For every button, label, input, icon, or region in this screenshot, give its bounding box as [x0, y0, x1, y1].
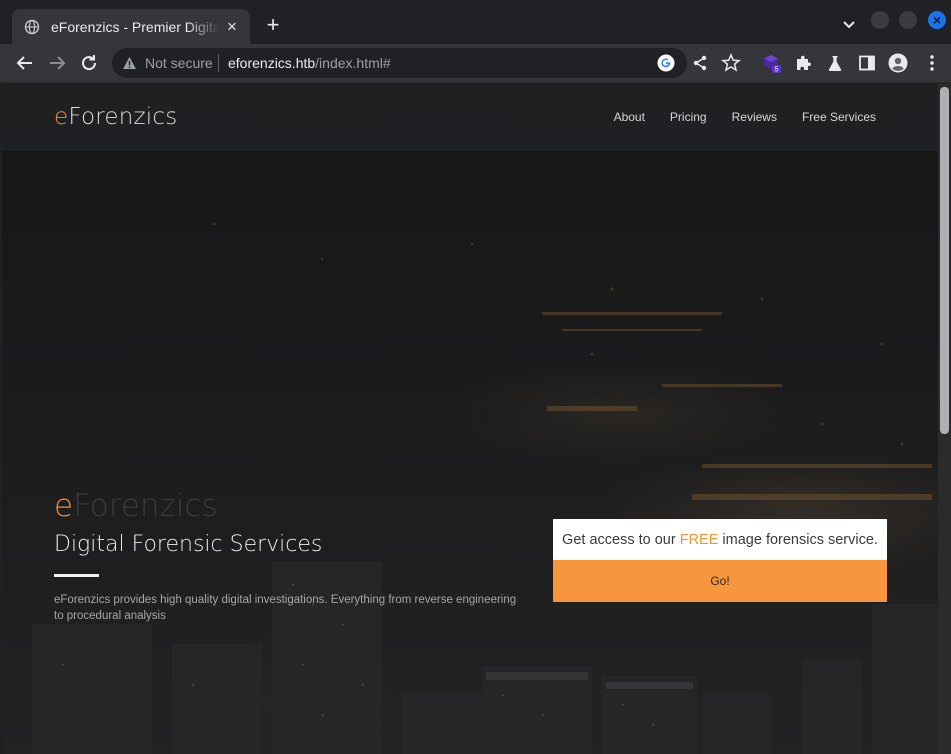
hero-brand: eForenzics	[54, 488, 218, 524]
hero-brand-prefix: e	[54, 488, 74, 524]
web-page: eForenzics About Pricing Reviews Free Se…	[2, 84, 938, 754]
page-scrollbar-thumb[interactable]	[940, 87, 949, 434]
logo-text: Forenzics	[68, 104, 178, 130]
cta-text-before: Get access to our	[562, 531, 680, 548]
security-status-label[interactable]: Not secure	[145, 55, 213, 71]
bookmark-star-icon[interactable]	[721, 53, 741, 73]
google-lens-icon[interactable]	[657, 54, 675, 72]
site-nav-links: About Pricing Reviews Free Services	[589, 110, 876, 124]
share-icon[interactable]	[690, 53, 710, 73]
browser-tab[interactable]: eForenzics - Premier Digital Forensics ×	[12, 9, 250, 44]
tab-close-icon[interactable]: ×	[224, 18, 240, 35]
cta-text-after: image forensics service.	[718, 531, 878, 548]
address-bar[interactable]: Not secure eforenzics.htb/index.html#	[112, 48, 687, 78]
url-host: eforenzics.htb	[228, 55, 316, 71]
maximize-window-button[interactable]	[899, 11, 917, 29]
extension-cube-icon[interactable]: 5	[762, 53, 782, 73]
hero-description: eForenzics provides high quality digital…	[54, 594, 517, 622]
tab-title: eForenzics - Premier Digital Forensics	[51, 18, 220, 35]
logo-prefix: e	[54, 104, 69, 130]
browser-toolbar: Not secure eforenzics.htb/index.html# 5	[0, 44, 951, 83]
side-panel-icon[interactable]	[857, 53, 877, 73]
reload-icon[interactable]	[78, 52, 100, 74]
close-window-button[interactable]: ×	[928, 11, 946, 29]
free-service-text: Get access to our FREE image forensics s…	[553, 519, 887, 560]
globe-icon	[24, 19, 40, 34]
site-navbar: eForenzics About Pricing Reviews Free Se…	[2, 84, 938, 151]
new-tab-button[interactable]: +	[262, 14, 284, 36]
back-arrow-icon[interactable]	[14, 52, 36, 74]
extension-badge: 5	[775, 67, 779, 74]
nav-link-free-services[interactable]: Free Services	[802, 110, 876, 124]
hero-title: Digital Forensic Services	[54, 532, 323, 557]
tab-search-chevron-icon[interactable]	[839, 16, 859, 34]
free-service-card: Get access to our FREE image forensics s…	[553, 519, 887, 602]
minimize-window-button[interactable]	[871, 11, 889, 29]
nav-link-pricing[interactable]: Pricing	[670, 110, 707, 124]
labs-flask-icon[interactable]	[825, 53, 845, 73]
url-path: /index.html#	[315, 55, 391, 71]
city-night-background-image	[32, 222, 938, 754]
site-logo[interactable]: eForenzics	[54, 104, 177, 130]
nav-link-reviews[interactable]: Reviews	[732, 110, 777, 124]
go-button[interactable]: Go!	[553, 560, 887, 602]
omnibox-divider	[218, 54, 219, 72]
hero-brand-text: Forenzics	[73, 488, 218, 524]
warning-triangle-icon[interactable]	[122, 56, 137, 70]
extensions-puzzle-icon[interactable]	[793, 53, 813, 73]
hero-divider	[54, 574, 99, 577]
nav-link-about[interactable]: About	[614, 110, 645, 124]
url-text[interactable]: eforenzics.htb/index.html#	[228, 55, 391, 71]
profile-avatar-icon[interactable]	[888, 53, 908, 73]
forward-arrow-icon[interactable]	[46, 52, 68, 74]
cta-text-highlight: FREE	[679, 531, 719, 548]
more-menu-icon[interactable]	[922, 53, 942, 73]
tab-strip: eForenzics - Premier Digital Forensics ×…	[0, 0, 951, 44]
